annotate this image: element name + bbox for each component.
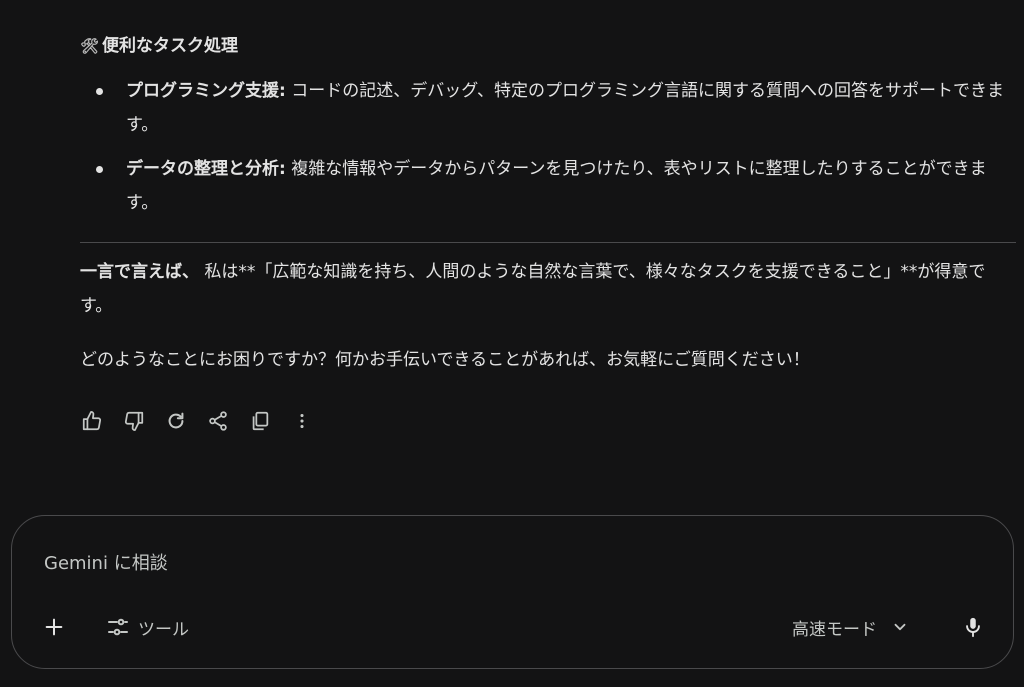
regenerate-button[interactable] (164, 409, 188, 433)
more-vert-icon (300, 413, 304, 429)
share-button[interactable] (206, 409, 230, 433)
add-attachment-button[interactable] (41, 614, 67, 640)
thumbs-up-icon (82, 410, 102, 431)
tools-emoji-icon: 🛠 (80, 37, 100, 55)
chat-page: 🛠 便利なタスク処理 プログラミング支援: コードの記述、デバッグ、特定のプログ… (0, 0, 1024, 687)
bullet-dot (96, 166, 103, 173)
summary-bold: 一言で言えば、 (80, 262, 199, 282)
bullet-dot (96, 88, 103, 95)
section-heading-text: 便利なタスク処理 (102, 36, 238, 56)
divider (80, 242, 1016, 243)
microphone-button[interactable] (960, 614, 986, 640)
list-item: プログラミング支援: コードの記述、デバッグ、特定のプログラミング言語に関する質… (80, 74, 1016, 142)
response-actions (80, 407, 1016, 435)
prompt-composer[interactable]: Gemini に相談 ツール 高速モード (11, 515, 1014, 669)
thumbs-down-button[interactable] (122, 409, 146, 433)
list-item-bold: データの整理と分析: (126, 159, 286, 179)
summary-paragraph: 一言で言えば、 私は**「広範な知識を持ち、人間のような自然な言葉で、様々なタス… (80, 255, 1016, 323)
tune-icon (108, 618, 128, 636)
regenerate-icon (168, 412, 184, 429)
thumbs-down-icon (124, 411, 144, 432)
mode-selector[interactable]: 高速モード (792, 614, 909, 640)
summary-text: 私は**「広範な知識を持ち、人間のような自然な言葉で、様々なタスクを支援できるこ… (80, 262, 986, 316)
closing-paragraph: どのようなことにお困りですか？何かお手伝いできることがあれば、お気軽にご質問くだ… (80, 350, 810, 370)
share-icon (209, 411, 227, 431)
tools-button[interactable]: ツール (106, 614, 189, 640)
mode-label: 高速モード (792, 619, 877, 640)
section-heading: 🛠 便利なタスク処理 (80, 30, 1016, 62)
plus-icon (45, 618, 63, 636)
model-response: 🛠 便利なタスク処理 プログラミング支援: コードの記述、デバッグ、特定のプログ… (80, 30, 1016, 435)
thumbs-up-button[interactable] (80, 409, 104, 433)
list-item: データの整理と分析: 複雑な情報やデータからパターンを見つけたり、表やリストに整… (80, 152, 1016, 220)
copy-icon (252, 411, 269, 431)
prompt-input[interactable]: Gemini に相談 (44, 549, 168, 575)
list-item-bold: プログラミング支援: (126, 81, 286, 101)
copy-button[interactable] (248, 409, 272, 433)
tools-label: ツール (138, 619, 189, 640)
bullet-list: プログラミング支援: コードの記述、デバッグ、特定のプログラミング言語に関する質… (80, 74, 1016, 220)
more-options-button[interactable] (290, 409, 314, 433)
microphone-icon (966, 617, 980, 638)
chevron-down-icon (894, 623, 906, 631)
